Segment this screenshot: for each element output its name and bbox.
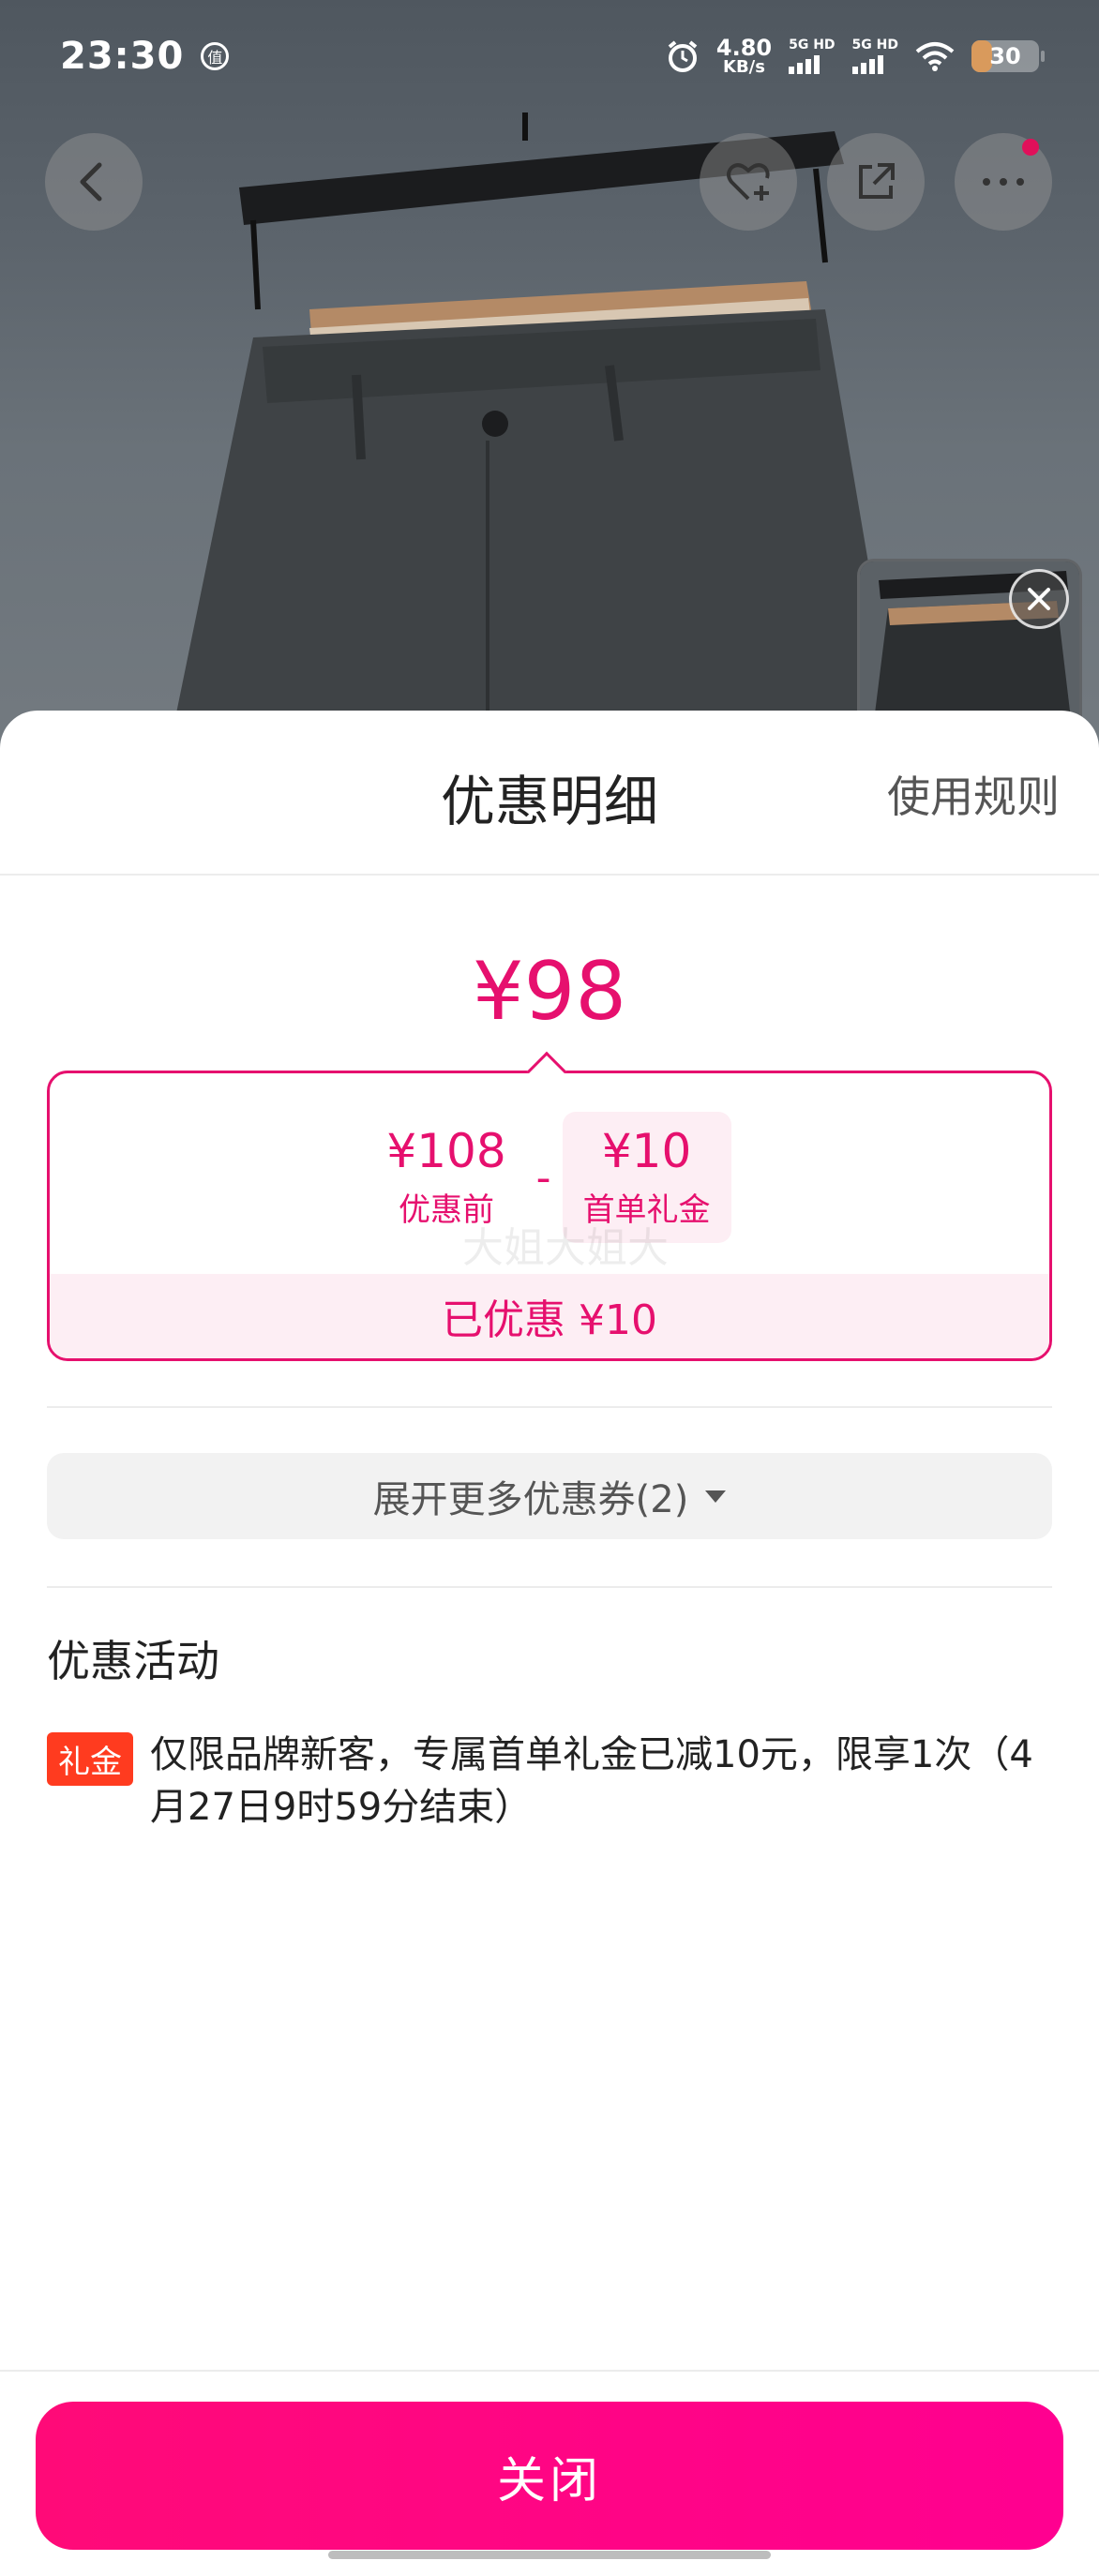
signal-sim2-label: 5G HD: [851, 37, 898, 52]
thumbnail-close-button[interactable]: [1009, 569, 1069, 629]
close-button[interactable]: 关闭: [36, 2402, 1063, 2550]
expand-more-coupons-label: 展开更多优惠券(2): [372, 1478, 689, 1521]
promo-item: 礼金 仅限品牌新客，专属首单礼金已减10元，限享1次（4月27日9时59分结束）: [47, 1729, 1052, 1834]
close-icon: [1028, 588, 1050, 610]
price-breakdown-card: ¥108 优惠前 - ¥10 首单礼金 大姐大姐大 已优惠 ¥10: [47, 1071, 1052, 1361]
share-button[interactable]: [827, 133, 925, 231]
coupon-amount: ¥10: [601, 1123, 692, 1178]
signal-sim1: 5G HD: [789, 37, 836, 74]
network-speed-unit: KB/s: [723, 57, 765, 77]
discount-detail-sheet: 优惠明细 使用规则 ¥98 ¥108 优惠前 - ¥10 首单礼金 大姐大姐大 …: [0, 711, 1099, 2576]
back-button[interactable]: [45, 133, 143, 231]
original-price-amount: ¥108: [386, 1123, 506, 1178]
sheet-footer: 关闭: [0, 2370, 1099, 2576]
more-dots-icon: [983, 178, 1024, 186]
chevron-left-icon: [80, 162, 102, 202]
more-button[interactable]: [955, 133, 1052, 231]
promo-description: 仅限品牌新客，专属首单礼金已减10元，限享1次（4月27日9时59分结束）: [150, 1733, 1033, 1829]
expand-more-coupons-button[interactable]: 展开更多优惠券(2): [47, 1453, 1052, 1539]
final-price: ¥98: [472, 945, 627, 1039]
alarm-icon: [668, 40, 698, 72]
network-speed: 4.80 KB/s: [716, 37, 772, 76]
divider: [47, 1586, 1052, 1588]
promo-activities-title: 优惠活动: [47, 1636, 219, 1686]
watermark-text: 大姐大姐大: [462, 1224, 669, 1272]
sheet-header: 优惠明细 使用规则: [0, 711, 1099, 876]
signal-sim1-label: 5G HD: [789, 37, 836, 52]
status-bar: 23:30 值 4.80 KB/s 5G HD 5G HD 30: [0, 0, 1099, 112]
promo-tag-badge: 礼金: [47, 1732, 133, 1786]
total-saved-bar: 已优惠 ¥10: [50, 1274, 1049, 1358]
minus-operator: -: [535, 1153, 551, 1202]
notification-badge-icon: 值: [201, 42, 230, 70]
notification-dot: [1022, 139, 1039, 156]
heart-plus-icon: [727, 163, 770, 201]
share-icon: [859, 163, 895, 199]
status-time: 23:30: [60, 35, 185, 78]
divider: [47, 1406, 1052, 1408]
signal-bars-icon: [851, 55, 883, 74]
network-speed-value: 4.80: [715, 35, 773, 61]
usage-rules-link[interactable]: 使用规则: [887, 763, 1060, 825]
signal-sim2: 5G HD: [851, 37, 898, 74]
favorite-button[interactable]: [700, 133, 797, 231]
battery-level: 30: [989, 43, 1021, 69]
caret-down-icon: [705, 1490, 727, 1503]
home-indicator[interactable]: [328, 2551, 771, 2559]
battery-icon: 30: [971, 40, 1045, 72]
wifi-icon: [915, 42, 955, 71]
signal-bars-icon: [789, 55, 820, 74]
